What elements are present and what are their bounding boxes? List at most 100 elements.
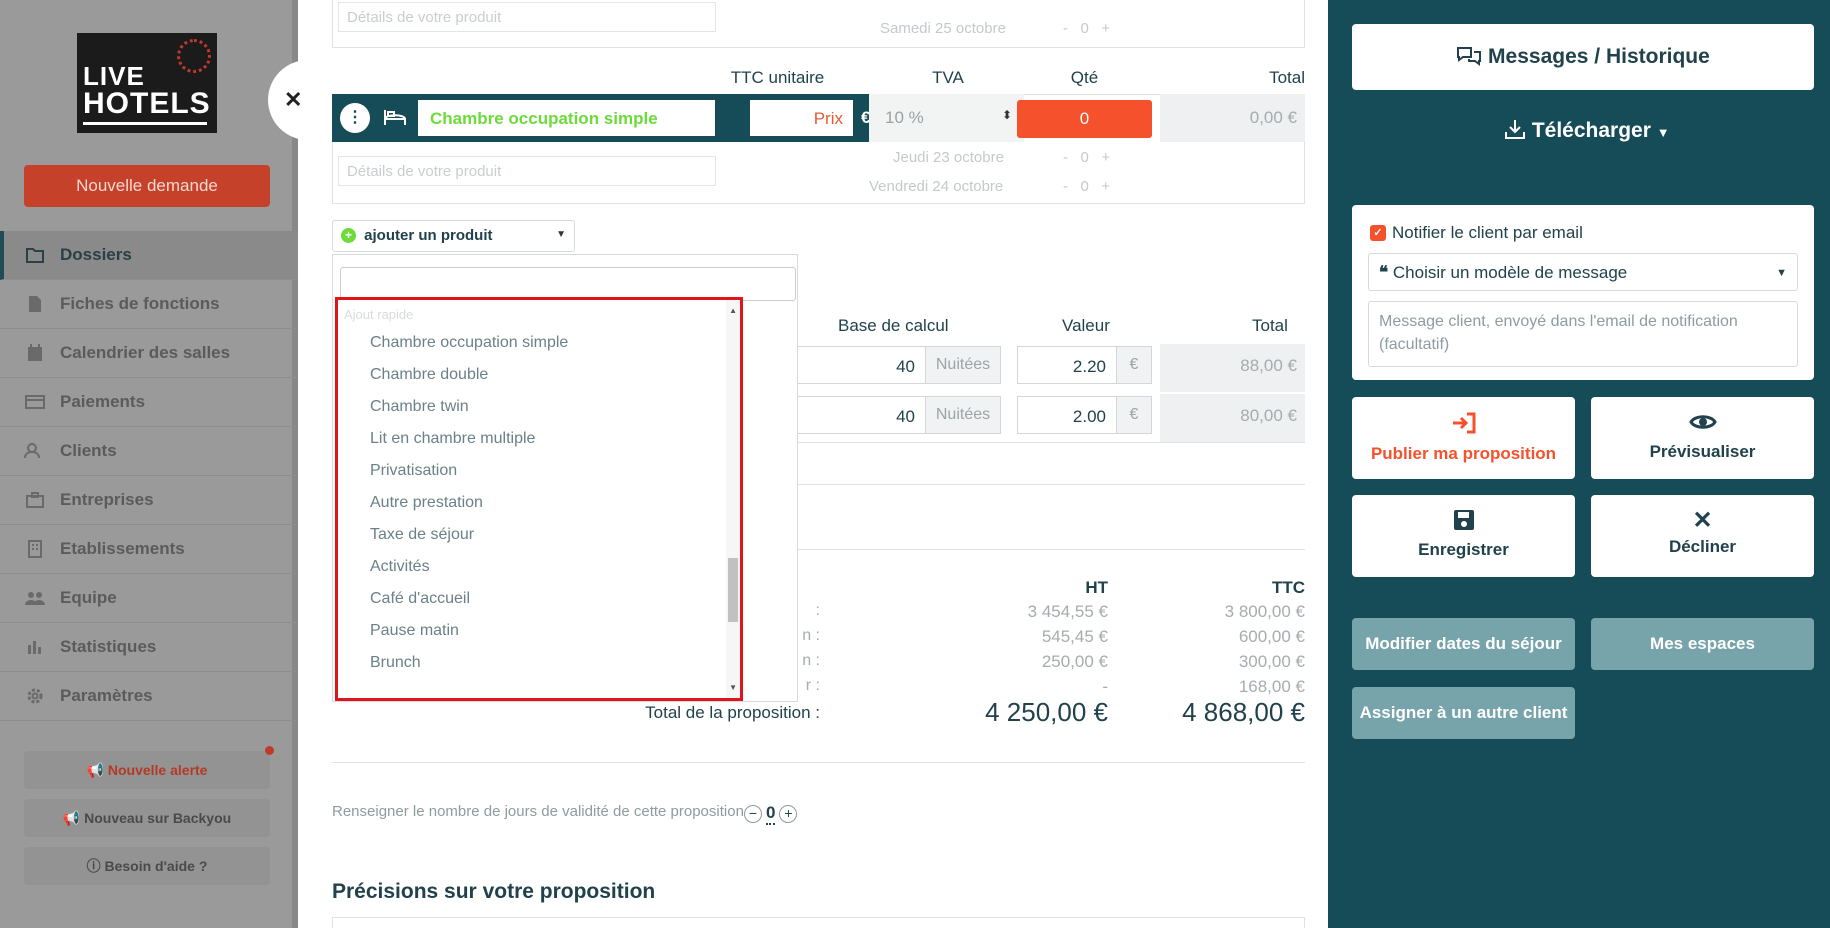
list-item[interactable]: Activités xyxy=(338,551,740,583)
publish-button[interactable]: Publier ma proposition xyxy=(1352,397,1575,479)
help-button[interactable]: ⓘ Besoin d'aide ? xyxy=(24,847,270,885)
product-details-input[interactable]: Détails de votre produit xyxy=(338,2,716,32)
megaphone-icon: 📢 xyxy=(86,762,104,778)
assign-client-button[interactable]: Assigner à un autre client xyxy=(1352,687,1575,739)
scroll-down-icon[interactable]: ▼ xyxy=(729,683,737,692)
day-stepper[interactable]: - 0 + xyxy=(1063,178,1110,195)
bed-icon xyxy=(382,106,408,128)
validity-value[interactable]: 0 xyxy=(766,803,776,825)
sidebar-item-calendrier[interactable]: Calendrier des salles xyxy=(0,329,298,378)
sidebar-item-paiements[interactable]: Paiements xyxy=(0,378,298,427)
message-template-select[interactable]: ❝ Choisir un modèle de message ▼ xyxy=(1368,253,1798,291)
plus-icon[interactable]: + xyxy=(779,805,798,823)
new-request-button[interactable]: Nouvelle demande xyxy=(24,165,270,207)
plus-icon[interactable]: + xyxy=(1101,20,1110,37)
megaphone-icon: 📢 xyxy=(62,810,81,826)
sidebar-item-fiches[interactable]: Fiches de fonctions xyxy=(0,280,298,329)
message-template-label: Choisir un modèle de message xyxy=(1392,263,1628,282)
plus-icon[interactable]: + xyxy=(1101,149,1110,166)
sidebar-item-parametres[interactable]: Paramètres xyxy=(0,672,298,721)
precisions-title: Précisions sur votre proposition xyxy=(332,880,656,903)
base-input[interactable]: 40 xyxy=(796,346,926,384)
minus-icon[interactable]: - xyxy=(1063,20,1068,37)
news-button[interactable]: 📢 Nouveau sur Backyou xyxy=(24,799,270,837)
sidebar-item-dossiers[interactable]: Dossiers xyxy=(0,231,298,280)
more-options-icon[interactable]: ⋮ xyxy=(340,103,370,133)
header-qty: Qté xyxy=(1070,68,1099,87)
sidebar-item-equipe[interactable]: Equipe xyxy=(0,574,298,623)
product-details-input[interactable]: Détails de votre produit xyxy=(338,156,716,186)
team-icon xyxy=(24,589,46,607)
value-input[interactable]: 2.20 xyxy=(1017,346,1117,384)
floppy-disk-icon xyxy=(1352,509,1575,536)
plus-icon[interactable]: + xyxy=(1101,178,1110,195)
modify-dates-button[interactable]: Modifier dates du séjour xyxy=(1352,618,1575,670)
my-spaces-button[interactable]: Mes espaces xyxy=(1591,618,1814,670)
question-icon: ⓘ xyxy=(86,858,101,874)
list-item[interactable]: Lit en chambre multiple xyxy=(338,423,740,455)
header-base: Base de calcul xyxy=(838,316,949,335)
day-qty: 0 xyxy=(1080,20,1089,37)
logo-stamp xyxy=(177,39,211,73)
summary-ht: 3 454,55 € xyxy=(1027,602,1108,621)
validity-stepper: −0 + xyxy=(744,803,798,825)
total-ttc: 4 868,00 € xyxy=(1182,697,1305,727)
sidebar-item-clients[interactable]: Clients xyxy=(0,427,298,476)
dropdown-search-input[interactable] xyxy=(340,267,796,301)
summary-ht-header: HT xyxy=(1085,578,1108,597)
gear-icon xyxy=(24,687,46,705)
minus-icon[interactable]: - xyxy=(1063,149,1068,166)
header-value: Valeur xyxy=(1062,316,1110,335)
minus-icon[interactable]: - xyxy=(1063,178,1068,195)
minus-icon[interactable]: − xyxy=(744,805,762,823)
quote-icon: ❝ xyxy=(1379,263,1389,282)
base-input[interactable]: 40 xyxy=(796,396,926,434)
sidebar-item-label: Statistiques xyxy=(60,637,157,656)
list-item[interactable]: Chambre occupation simple xyxy=(338,327,740,359)
save-button[interactable]: Enregistrer xyxy=(1352,495,1575,577)
list-item[interactable]: Pause matin xyxy=(338,615,740,647)
sidebar-item-etablissements[interactable]: Etablissements xyxy=(0,525,298,574)
unit-price-input[interactable]: Prix xyxy=(750,100,853,136)
list-item[interactable]: Privatisation xyxy=(338,455,740,487)
quantity-input[interactable]: 0 xyxy=(1017,100,1152,138)
header-ttc: TTC unitaire xyxy=(730,68,825,87)
date-label: Vendredi 24 octobre xyxy=(869,178,1004,195)
list-item[interactable]: Café d'accueil xyxy=(338,583,740,615)
product-name-input[interactable]: Chambre occupation simple xyxy=(418,100,715,136)
notify-checkbox[interactable]: ✓ xyxy=(1370,225,1386,241)
caret-down-icon: ▼ xyxy=(1656,125,1670,140)
scroll-up-icon[interactable]: ▲ xyxy=(729,306,737,315)
list-item[interactable]: Autre prestation xyxy=(338,487,740,519)
day-stepper[interactable]: - 0 + xyxy=(1063,20,1110,37)
list-item[interactable]: Brunch xyxy=(338,647,740,679)
precisions-box[interactable] xyxy=(332,917,1305,928)
messages-history-button[interactable]: Messages / Historique xyxy=(1352,24,1814,90)
list-item[interactable]: Taxe de séjour xyxy=(338,519,740,551)
list-item[interactable]: Chambre twin xyxy=(338,391,740,423)
day-qty: 0 xyxy=(1080,178,1089,195)
logo-bar xyxy=(83,122,207,125)
decline-button[interactable]: ✕ Décliner xyxy=(1591,495,1814,577)
notify-card: ✓ Notifier le client par email ❝ Choisir… xyxy=(1352,205,1814,380)
scrollbar[interactable] xyxy=(726,300,740,698)
date-label: Samedi 25 octobre xyxy=(880,20,1006,37)
sidebar-item-entreprises[interactable]: Entreprises xyxy=(0,476,298,525)
briefcase-icon xyxy=(24,491,46,509)
add-product-select[interactable]: + ajouter un produit ▼ xyxy=(332,220,575,252)
new-alert-button[interactable]: 📢 Nouvelle alerte xyxy=(24,751,270,789)
scrollbar-thumb[interactable] xyxy=(728,558,738,622)
download-dropdown[interactable]: Télécharger ▼ xyxy=(1504,118,1670,143)
value-input[interactable]: 2.00 xyxy=(1017,396,1117,434)
main-content: Détails de votre produit Samedi 25 octob… xyxy=(308,0,1328,928)
summary-ht: 250,00 € xyxy=(1041,652,1108,671)
client-message-textarea[interactable]: Message client, envoyé dans l'email de n… xyxy=(1368,301,1798,367)
day-stepper[interactable]: - 0 + xyxy=(1063,149,1110,166)
news-label: Nouveau sur Backyou xyxy=(84,810,232,826)
list-item[interactable]: Chambre double xyxy=(338,359,740,391)
tva-select[interactable]: 10 % ⬍ xyxy=(869,94,1024,142)
preview-button[interactable]: Prévisualiser xyxy=(1591,397,1814,479)
preview-label: Prévisualiser xyxy=(1649,442,1756,461)
sidebar-item-statistiques[interactable]: Statistiques xyxy=(0,623,298,672)
close-icon: ✕ xyxy=(1692,507,1713,534)
